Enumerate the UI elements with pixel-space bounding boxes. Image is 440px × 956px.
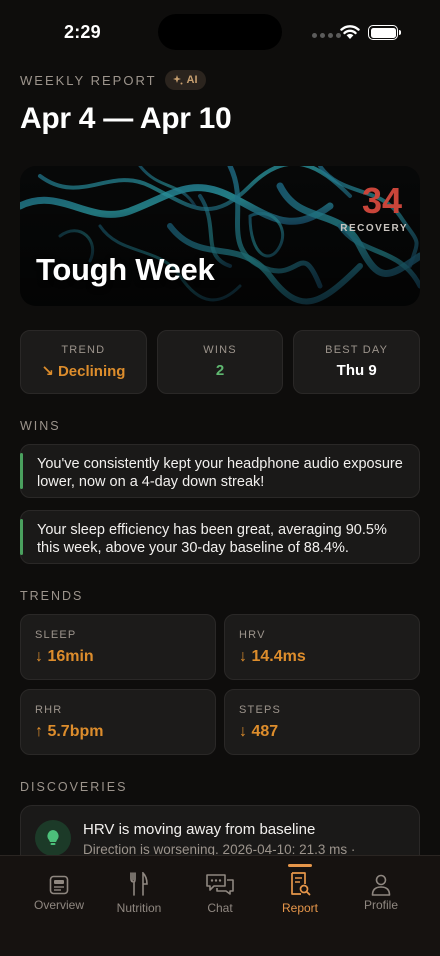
win-card[interactable]: Your sleep efficiency has been great, av… — [20, 510, 420, 564]
page-title: Apr 4 — Apr 10 — [20, 102, 232, 135]
tab-label: Chat — [207, 901, 233, 915]
wifi-icon — [340, 25, 360, 39]
win-card[interactable]: You've consistently kept your headphone … — [20, 444, 420, 498]
trend-card-sleep[interactable]: SLEEP ↓ 16min — [20, 614, 216, 680]
trend-label: RHR — [35, 704, 63, 716]
weekly-report-label: WEEKLY REPORT — [20, 72, 157, 88]
tab-label: Nutrition — [116, 901, 162, 915]
battery-icon — [368, 25, 401, 40]
stat-wins: WINS 2 — [156, 330, 284, 394]
cellular-signal-icon — [312, 33, 341, 38]
stat-trend: TREND ↘ Declining — [20, 330, 147, 394]
report-icon — [291, 872, 311, 896]
tab-nutrition[interactable]: Nutrition — [95, 856, 183, 926]
summary-stats: TREND ↘ Declining WINS 2 BEST DAY Thu 9 — [20, 330, 421, 394]
trend-card-hrv[interactable]: HRV ↓ 14.4ms — [224, 614, 420, 680]
stat-value: Thu 9 — [336, 362, 377, 379]
trend-label: HRV — [239, 629, 266, 641]
trend-card-steps[interactable]: STEPS ↓ 487 — [224, 689, 420, 755]
tab-bar: Overview Nutrition Chat Report Profile — [0, 855, 440, 956]
ai-badge: AI — [164, 70, 206, 90]
recovery-score: 34 — [361, 180, 402, 221]
tab-report[interactable]: Report — [256, 856, 344, 926]
win-text: Your sleep efficiency has been great, av… — [37, 522, 387, 556]
tab-label: Report — [281, 901, 319, 915]
trends-section-label: TRENDS — [20, 589, 84, 603]
tab-chat[interactable]: Chat — [176, 856, 264, 926]
trend-label: STEPS — [239, 704, 282, 716]
overview-icon — [49, 875, 69, 895]
stat-value: ↘ Declining — [41, 363, 126, 380]
stat-label: TREND — [61, 344, 106, 356]
status-bar: 2:29 — [0, 0, 440, 64]
win-text: You've consistently kept your headphone … — [37, 456, 403, 490]
trend-value: ↑ 5.7bpm — [35, 723, 104, 740]
tab-label: Profile — [363, 898, 398, 912]
hero-title: Tough Week — [36, 252, 215, 287]
report-eyebrow: WEEKLY REPORT AI — [20, 70, 206, 90]
ai-badge-label: AI — [186, 74, 198, 86]
profile-icon — [371, 874, 391, 896]
nutrition-icon — [130, 872, 148, 896]
stat-value: 2 — [215, 362, 225, 379]
wins-section-label: WINS — [20, 419, 61, 433]
trend-value: ↓ 14.4ms — [239, 648, 306, 665]
sparkle-icon — [172, 75, 183, 85]
discovery-title: HRV is moving away from baseline — [83, 821, 316, 838]
trend-card-rhr[interactable]: RHR ↑ 5.7bpm — [20, 689, 216, 755]
tab-label: Overview — [33, 898, 84, 912]
trend-value: ↓ 487 — [239, 723, 279, 740]
trend-value: ↓ 16min — [35, 648, 94, 665]
discoveries-section-label: DISCOVERIES — [20, 780, 128, 794]
recovery-score-label: RECOVERY — [340, 223, 408, 234]
stat-label: WINS — [203, 344, 237, 356]
stat-best-day: BEST DAY Thu 9 — [293, 330, 421, 394]
trend-label: SLEEP — [35, 629, 77, 641]
dynamic-island — [158, 14, 282, 50]
tab-overview[interactable]: Overview — [15, 856, 103, 926]
status-time: 2:29 — [64, 22, 101, 42]
chat-icon — [206, 874, 234, 895]
hero-card[interactable]: Tough Week 34 RECOVERY — [20, 166, 420, 306]
tab-profile[interactable]: Profile — [337, 856, 425, 926]
stat-label: BEST DAY — [325, 344, 389, 356]
lightbulb-icon — [35, 820, 71, 856]
